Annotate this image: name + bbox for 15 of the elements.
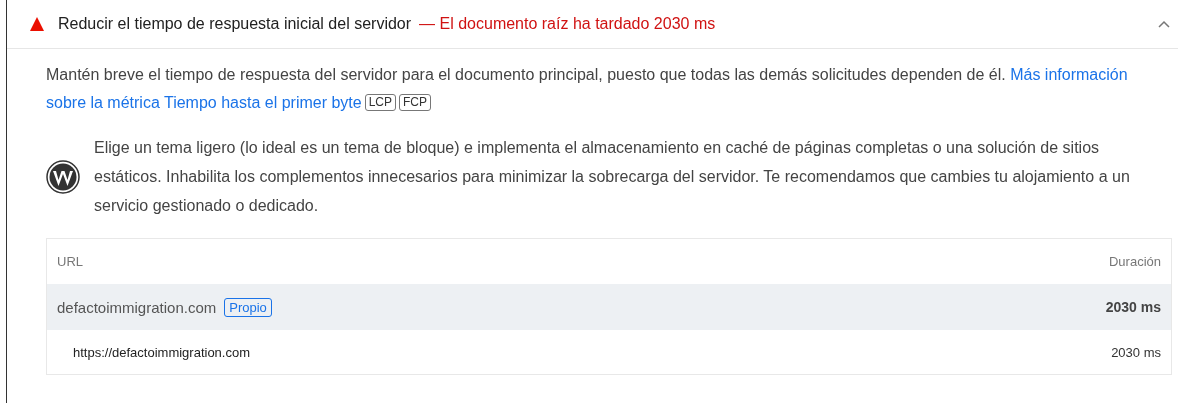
wordpress-logo-icon (46, 159, 80, 194)
column-header: Duración (1108, 254, 1161, 269)
duration-cell: 2030 ms (1111, 344, 1161, 360)
entity-name: defactoimmigration.com (57, 298, 217, 316)
warning-triangle-icon (30, 17, 44, 31)
column-header: URL (57, 254, 83, 269)
audit-display-value: — El documento raíz ha tardado 2030 ms (419, 15, 716, 33)
audit-title: Reducir el tiempo de respuesta inicial del servidor (58, 15, 412, 33)
url-cell-text: https://defactoimmigration.com (72, 344, 251, 360)
chevron-icon[interactable] (1158, 20, 1170, 28)
audit-header[interactable]: Reducir el tiempo de respuesta inicial del servidor — El documento raíz ha tardado 2030 ms (7, 0, 1178, 49)
entity-badge: Propio (224, 297, 272, 317)
audit-description: Mantén breve el tiempo de respuesta del servidor para el documento principal, puesto que todas las demás solicitudes dependen de él. Más información sobre la métrica Tiempo hasta el primer byte LCP FCP (46, 65, 1129, 113)
duration-cell: 2030 ms (1105, 299, 1161, 315)
stack-pack-advice: Elige un tema ligero (lo ideal es un tema de bloque) e implementa el almacenamiento en caché de páginas completas o una solución de sitios estáticos. Inhabilita los complementos innecesarios para minimizar la sobrecarga del servidor. Te recomendamos que cambies tu alojamiento a un servicio gestionado o dedicado. (94, 138, 1131, 216)
